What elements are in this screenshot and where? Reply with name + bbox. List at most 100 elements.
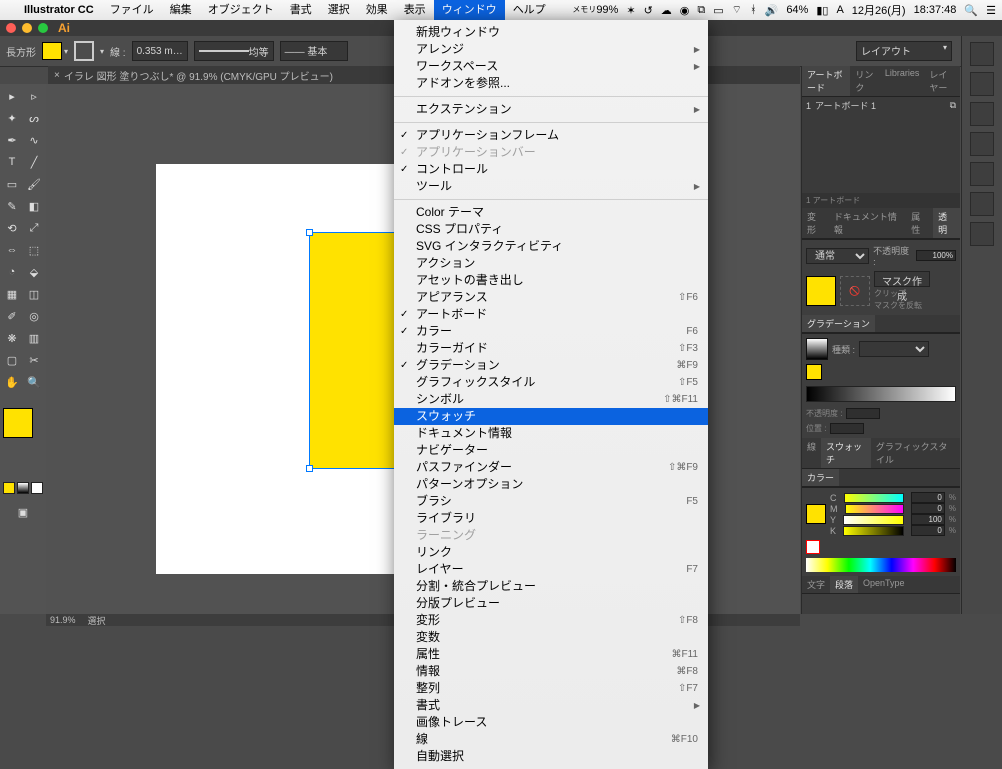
free-transform-tool[interactable]: ⬚ (24, 240, 44, 260)
m-value[interactable] (911, 503, 945, 514)
menu-item[interactable]: スウォッチ (394, 408, 708, 425)
bluetooth-icon[interactable]: ᚼ (750, 4, 757, 16)
gradient-thumb[interactable] (806, 338, 828, 360)
line-tool[interactable]: ╱ (24, 152, 44, 172)
tab-transparency[interactable]: 透明 (933, 208, 960, 238)
hand-tool[interactable]: ✋ (2, 372, 22, 392)
menu-item[interactable]: ツール (394, 178, 708, 195)
artboard-row[interactable]: 1 アートボード 1 ⧉ (802, 97, 960, 114)
tab-links[interactable]: リンク (850, 66, 879, 96)
menu-view[interactable]: 表示 (396, 0, 434, 20)
blend-tool[interactable]: ◎ (24, 306, 44, 326)
menu-item[interactable]: コントロール (394, 161, 708, 178)
tab-layers[interactable]: レイヤー (924, 66, 960, 96)
fill-stroke-proxy[interactable] (3, 400, 43, 444)
stroke-swatch[interactable] (74, 41, 94, 61)
width-tool[interactable]: ⇔ (2, 240, 22, 260)
menu-item[interactable]: 変形 (394, 612, 708, 629)
stroke-profile[interactable]: 均等 (194, 41, 274, 61)
brush-def[interactable]: —— 基本 (280, 41, 348, 61)
shape-builder-tool[interactable]: ◔ (2, 262, 22, 282)
y-slider[interactable] (843, 515, 904, 525)
panel-icon-5[interactable] (970, 162, 994, 186)
menu-item[interactable]: 分版プレビュー (394, 595, 708, 612)
zoom-level[interactable]: 91.9% (50, 615, 76, 625)
menu-item[interactable]: シンボル (394, 391, 708, 408)
menu-item[interactable]: ラーニング (394, 527, 708, 544)
eyedropper-tool[interactable]: ✐ (2, 306, 22, 326)
fill-swatch[interactable] (42, 42, 62, 60)
graph-tool[interactable]: ▥ (24, 328, 44, 348)
slice-tool[interactable]: ✂ (24, 350, 44, 370)
rectangle-tool[interactable]: ▭ (2, 174, 22, 194)
eraser-tool[interactable]: ◧ (24, 196, 44, 216)
wifi-icon[interactable]: ⌔ (732, 3, 742, 17)
menu-item[interactable]: CSS プロパティ (394, 221, 708, 238)
tab-graphicstyles[interactable]: グラフィックスタイル (871, 438, 960, 468)
tab-docinfo[interactable]: ドキュメント情報 (829, 208, 906, 238)
menu-item[interactable]: カラーガイド (394, 340, 708, 357)
menu-item[interactable]: 線 (394, 731, 708, 748)
menu-type[interactable]: 書式 (282, 0, 320, 20)
m-slider[interactable] (845, 504, 904, 514)
menu-item[interactable]: カラー (394, 323, 708, 340)
stroke-dropdown-icon[interactable]: ▾ (100, 47, 104, 56)
minimize-window[interactable] (22, 23, 32, 33)
menu-item[interactable]: 情報 (394, 663, 708, 680)
artboard-tool[interactable]: ▢ (2, 350, 22, 370)
menu-item[interactable]: 整列 (394, 680, 708, 697)
menu-item[interactable]: ドキュメント情報 (394, 425, 708, 442)
mesh-tool[interactable]: ▦ (2, 284, 22, 304)
color-fill-proxy[interactable] (806, 504, 826, 524)
cloud-icon[interactable]: ☁ (661, 4, 672, 17)
tab-stroke[interactable]: 線 (802, 438, 821, 468)
sync-icon[interactable]: ↺ (644, 4, 653, 17)
panel-icon-1[interactable] (970, 42, 994, 66)
dropbox-icon[interactable]: ⧉ (697, 4, 705, 17)
rotate-tool[interactable]: ⟲ (2, 218, 22, 238)
grad-position[interactable] (830, 423, 864, 434)
panel-icon-2[interactable] (970, 72, 994, 96)
ime-icon[interactable]: A (836, 4, 843, 16)
menu-item[interactable]: 自動選択 (394, 748, 708, 765)
menu-effect[interactable]: 効果 (358, 0, 396, 20)
tab-character[interactable]: 文字 (802, 576, 830, 593)
menu-help[interactable]: ヘルプ (505, 0, 554, 20)
line-icon[interactable]: ◉ (680, 4, 690, 17)
menu-item[interactable]: Color テーマ (394, 204, 708, 221)
shaper-tool[interactable]: ✎ (2, 196, 22, 216)
c-value[interactable] (911, 492, 945, 503)
menu-item[interactable]: グラデーション (394, 357, 708, 374)
tab-gradient[interactable]: グラデーション (802, 315, 875, 332)
menu-item[interactable]: 書式 (394, 697, 708, 714)
curvature-tool[interactable]: ∿ (24, 130, 44, 150)
gradient-ramp[interactable] (806, 386, 956, 402)
menu-item[interactable]: アセットの書き出し (394, 272, 708, 289)
tab-color[interactable]: カラー (802, 469, 839, 486)
color-mode-row[interactable] (3, 482, 43, 494)
blend-mode[interactable]: 通常 (806, 248, 869, 264)
battery-icon[interactable]: ▮▯ (816, 4, 828, 17)
menu-item[interactable]: パターンオプション (394, 476, 708, 493)
zoom-window[interactable] (38, 23, 48, 33)
tab-paragraph[interactable]: 段落 (830, 576, 858, 593)
menu-item[interactable]: ワークスペース (394, 58, 708, 75)
notification-icon[interactable]: ☰ (986, 4, 996, 17)
magic-wand-tool[interactable]: ✦ (2, 108, 22, 128)
tab-libraries[interactable]: Libraries (880, 66, 925, 96)
panel-icon-6[interactable] (970, 192, 994, 216)
menu-file[interactable]: ファイル (102, 0, 162, 20)
stroke-width-input[interactable] (132, 41, 188, 61)
menu-item[interactable]: ライブラリ (394, 510, 708, 527)
menu-item[interactable]: アクション (394, 255, 708, 272)
menu-item[interactable]: アピアランス (394, 289, 708, 306)
panel-icon-7[interactable] (970, 222, 994, 246)
menu-edit[interactable]: 編集 (162, 0, 200, 20)
menu-item[interactable]: 新規ウィンドウ (394, 24, 708, 41)
handle-tl[interactable] (306, 229, 313, 236)
menu-select[interactable]: 選択 (320, 0, 358, 20)
perspective-tool[interactable]: ⬙ (24, 262, 44, 282)
menu-item[interactable]: アドオンを参照... (394, 75, 708, 92)
menu-item[interactable]: 画像トレース (394, 714, 708, 731)
app-name[interactable]: Illustrator CC (16, 4, 102, 16)
